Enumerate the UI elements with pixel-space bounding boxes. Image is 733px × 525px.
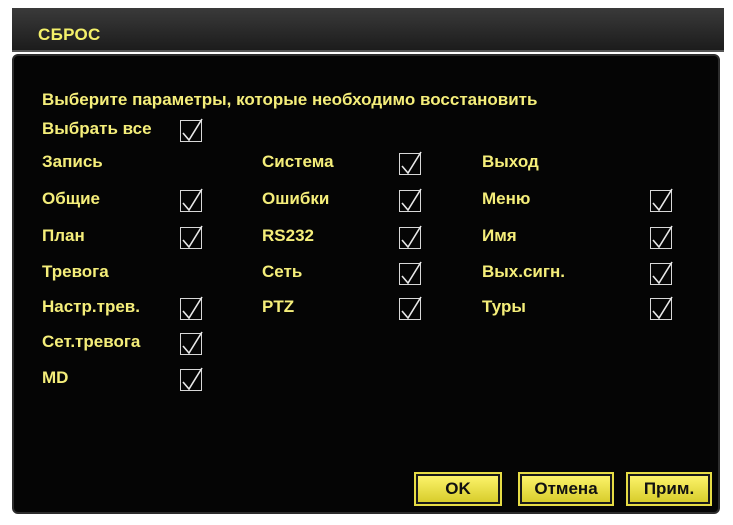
md-checkbox[interactable] [180, 367, 203, 391]
checkmark-icon [182, 367, 203, 391]
general-label: Общие [42, 189, 100, 208]
menu-checkbox[interactable] [650, 188, 673, 212]
rs232-label: RS232 [262, 226, 314, 245]
checkmark-icon [182, 118, 203, 142]
network-alarm-checkbox[interactable] [180, 331, 203, 355]
tours-label: Туры [482, 297, 526, 316]
alarm-output-label: Вых.сигн. [482, 262, 565, 281]
checkmark-icon [182, 331, 203, 355]
ptz-label: PTZ [262, 297, 295, 316]
alarm-settings-checkbox[interactable] [180, 296, 203, 320]
instruction-text: Выберите параметры, которые необходимо в… [42, 90, 538, 109]
dialog-title: СБРОС [38, 25, 101, 44]
network-label: Сеть [262, 262, 303, 281]
apply-button[interactable]: Прим. [628, 474, 710, 504]
checkmark-icon [401, 151, 422, 175]
checkmark-icon [182, 188, 203, 212]
select-all-checkbox[interactable] [180, 118, 203, 142]
system-label: Система [262, 152, 334, 171]
checkmark-icon [652, 188, 673, 212]
title-bar: СБРОС [12, 8, 724, 52]
schedule-label: План [42, 226, 85, 245]
network-alarm-label: Сет.тревога [42, 332, 141, 351]
system-checkbox[interactable] [399, 151, 422, 175]
ptz-checkbox[interactable] [399, 296, 422, 320]
checkmark-icon [401, 188, 422, 212]
checkmark-icon [182, 225, 203, 249]
checkmark-icon [401, 225, 422, 249]
checkmark-icon [182, 296, 203, 320]
ok-button[interactable]: OK [416, 474, 500, 504]
name-checkbox[interactable] [650, 225, 673, 249]
menu-label: Меню [482, 189, 531, 208]
checkmark-icon [401, 296, 422, 320]
general-checkbox[interactable] [180, 188, 203, 212]
schedule-checkbox[interactable] [180, 225, 203, 249]
md-label: MD [42, 368, 69, 387]
errors-checkbox[interactable] [399, 188, 422, 212]
name-label: Имя [482, 226, 517, 245]
alarm-output-checkbox[interactable] [650, 261, 673, 285]
output-group-label: Выход [482, 152, 539, 171]
checkmark-icon [401, 261, 422, 285]
checkmark-icon [652, 296, 673, 320]
tours-checkbox[interactable] [650, 296, 673, 320]
record-group-label: Запись [42, 152, 103, 171]
settings-panel: Выберите параметры, которые необходимо в… [12, 54, 720, 514]
alarm-group-label: Тревога [42, 262, 109, 281]
reset-dialog: СБРОС Выберите параметры, которые необхо… [0, 0, 733, 525]
checkmark-icon [652, 261, 673, 285]
select-all-label: Выбрать все [42, 119, 152, 138]
network-checkbox[interactable] [399, 261, 422, 285]
alarm-settings-label: Настр.трев. [42, 297, 140, 316]
errors-label: Ошибки [262, 189, 330, 208]
checkmark-icon [652, 225, 673, 249]
cancel-button[interactable]: Отмена [520, 474, 612, 504]
rs232-checkbox[interactable] [399, 225, 422, 249]
